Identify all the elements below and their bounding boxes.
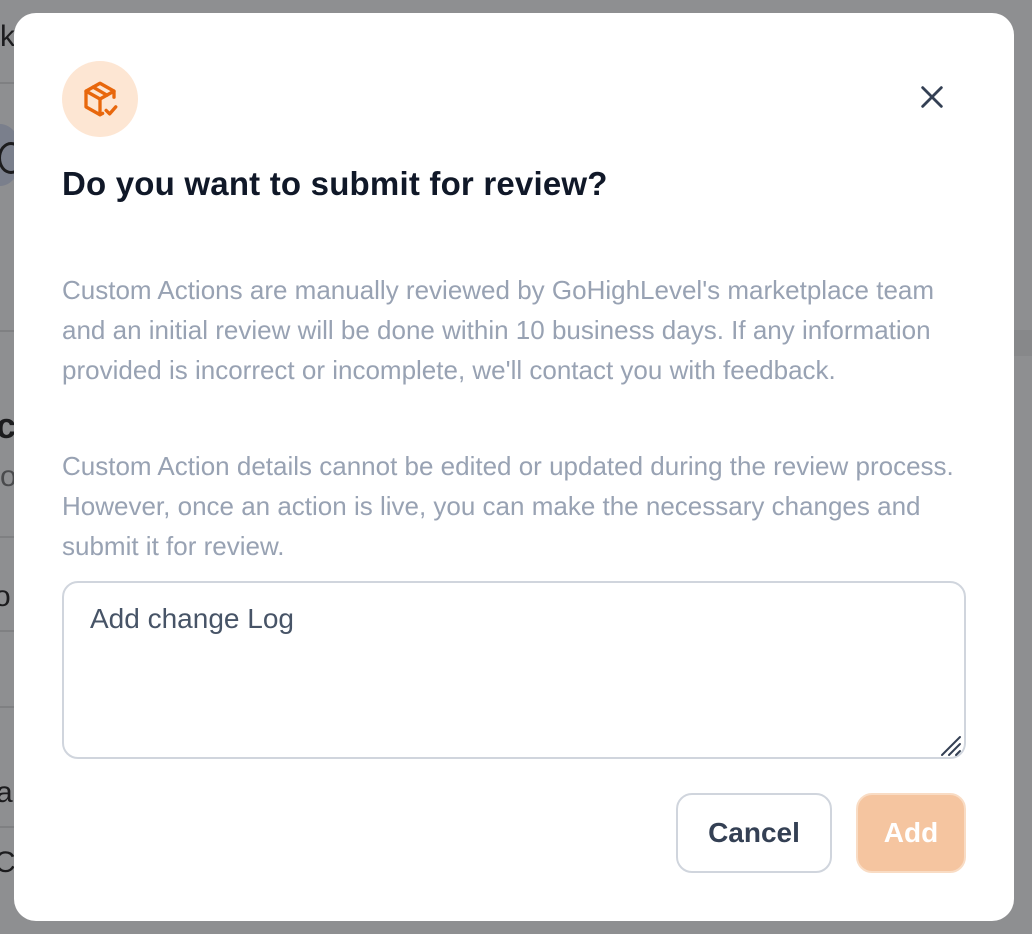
edit-restriction-text: Custom Action details cannot be edited o…: [62, 451, 954, 561]
dialog-title: Do you want to submit for review?: [62, 165, 608, 202]
close-icon[interactable]: [912, 77, 952, 117]
add-button[interactable]: Add: [856, 793, 966, 873]
package-check-icon: [62, 61, 138, 137]
submit-review-dialog: Do you want to submit for review? Custom…: [14, 13, 1014, 921]
background-text-fragment: o: [0, 580, 11, 613]
resize-handle-icon[interactable]: [936, 731, 962, 757]
cancel-button[interactable]: Cancel: [676, 793, 832, 873]
review-info-text: Custom Actions are manually reviewed by …: [62, 275, 935, 385]
change-log-input[interactable]: [62, 581, 966, 759]
background-divider: [1014, 330, 1032, 356]
background-text-fragment: k: [0, 20, 15, 53]
